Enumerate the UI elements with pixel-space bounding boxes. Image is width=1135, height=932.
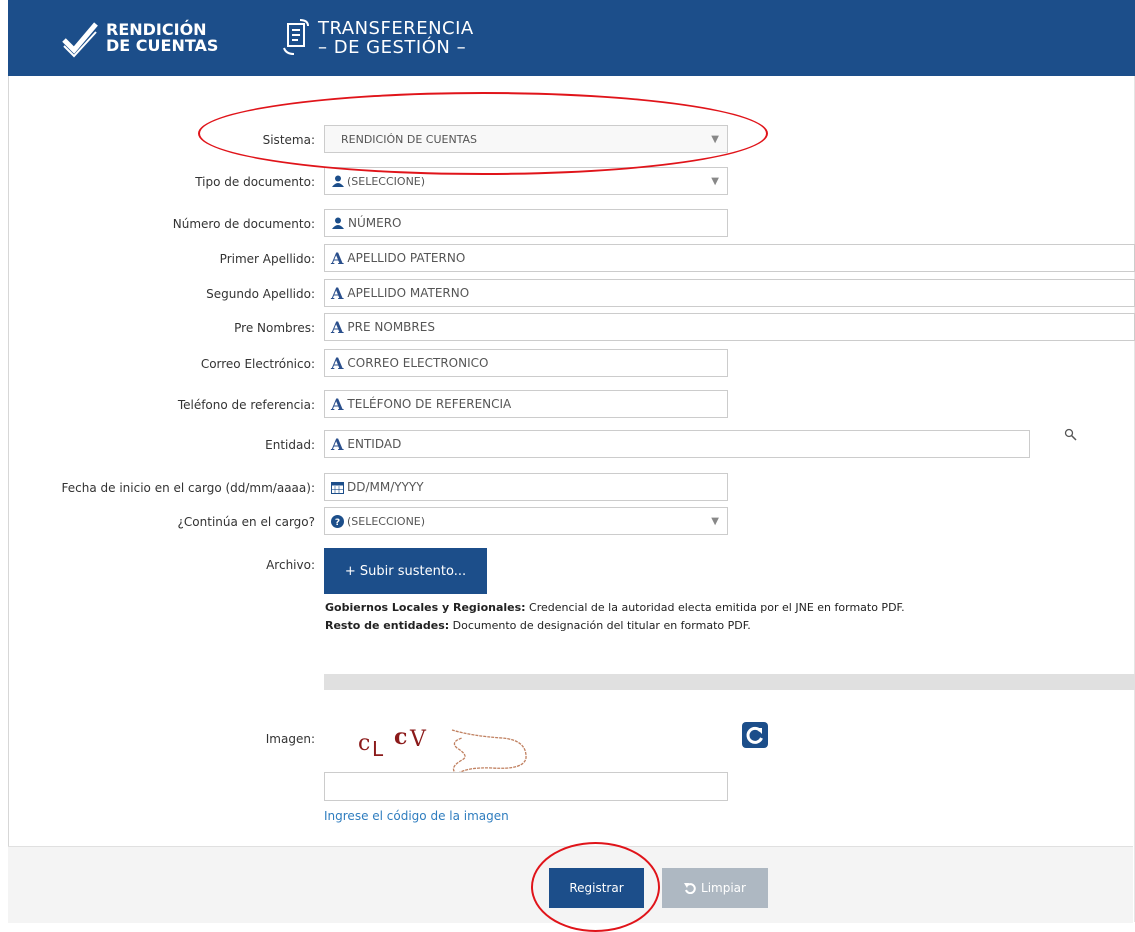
archivo-label: Archivo:	[266, 558, 315, 572]
refresh-captcha-button[interactable]	[742, 722, 768, 748]
pre-nombres-label: Pre Nombres:	[234, 321, 315, 335]
telefono-input[interactable]: A TELÉFONO DE REFERENCIA	[324, 390, 728, 418]
fecha-inicio-placeholder: DD/MM/YYYY	[347, 480, 424, 494]
tipo-documento-value: (SELECCIONE)	[347, 174, 426, 188]
text-a-icon: A	[331, 353, 344, 373]
logo2-line1: TRANSFERENCIA	[318, 18, 474, 39]
svg-text:?: ?	[335, 518, 340, 528]
telefono-placeholder: TELÉFONO DE REFERENCIA	[347, 397, 512, 411]
numero-documento-label: Número de documento:	[172, 217, 315, 231]
limpiar-label: Limpiar	[701, 881, 746, 895]
captcha-image: c L c V	[358, 724, 527, 775]
note-gobiernos-title: Gobiernos Locales y Regionales:	[325, 601, 526, 614]
segundo-apellido-label: Segundo Apellido:	[206, 287, 315, 301]
calendar-icon	[331, 481, 344, 494]
chevron-down-icon: ▼	[711, 176, 719, 187]
continua-select[interactable]: ? (SELECCIONE) ▼	[324, 507, 728, 535]
primer-apellido-placeholder: APELLIDO PATERNO	[347, 251, 466, 265]
sistema-select[interactable]: RENDICIÓN DE CUENTAS ▼	[324, 125, 728, 153]
chevron-down-icon: ▼	[711, 516, 719, 527]
fecha-inicio-input[interactable]: DD/MM/YYYY	[324, 473, 728, 501]
rendicion-logo: RENDICIÓN DE CUENTAS	[60, 0, 218, 76]
logo2-line2: – DE GESTIÓN –	[318, 37, 467, 58]
numero-documento-placeholder: NÚMERO	[348, 216, 402, 230]
logo1-line2: DE CUENTAS	[106, 36, 219, 55]
correo-label: Correo Electrónico:	[200, 357, 315, 371]
imagen-label: Imagen:	[265, 732, 315, 746]
sistema-label: Sistema:	[262, 133, 315, 147]
text-a-icon: A	[331, 248, 344, 268]
sistema-value: RENDICIÓN DE CUENTAS	[341, 132, 478, 146]
numero-documento-input[interactable]: NÚMERO	[324, 209, 728, 237]
text-a-icon: A	[331, 317, 344, 337]
primer-apellido-input[interactable]: A APELLIDO PATERNO	[324, 244, 1135, 272]
pre-nombres-placeholder: PRE NOMBRES	[347, 320, 435, 334]
entidad-label: Entidad:	[265, 438, 315, 452]
correo-placeholder: CORREO ELECTRONICO	[347, 356, 489, 370]
captcha-input[interactable]	[324, 772, 728, 801]
continua-value: (SELECCIONE)	[347, 514, 426, 528]
user-icon	[332, 217, 344, 229]
captcha-hint-link[interactable]: Ingrese el código de la imagen	[324, 809, 509, 823]
search-icon[interactable]	[1064, 428, 1078, 442]
note-resto-title: Resto de entidades:	[325, 619, 450, 632]
user-icon	[332, 175, 344, 187]
check-shield-icon	[62, 22, 98, 58]
question-circle-icon: ?	[331, 514, 344, 528]
separator-bar	[324, 674, 1135, 690]
continua-label: ¿Continúa en el cargo?	[177, 515, 315, 529]
registrar-button[interactable]: Registrar	[549, 868, 644, 908]
fecha-inicio-label: Fecha de inicio en el cargo (dd/mm/aaaa)…	[61, 481, 315, 495]
undo-icon	[684, 883, 696, 894]
tipo-documento-select[interactable]: (SELECCIONE) ▼	[324, 167, 728, 195]
limpiar-button[interactable]: Limpiar	[662, 868, 768, 908]
entidad-input[interactable]: A ENTIDAD	[324, 430, 1030, 458]
segundo-apellido-input[interactable]: A APELLIDO MATERNO	[324, 279, 1135, 307]
captcha-char: V	[409, 727, 427, 752]
tipo-documento-label: Tipo de documento:	[195, 175, 315, 189]
app-header: RENDICIÓN DE CUENTAS TRANSFERENCIA – DE …	[8, 0, 1135, 76]
captcha-char: c	[358, 731, 370, 756]
document-transfer-icon	[283, 19, 309, 55]
refresh-icon	[746, 726, 763, 744]
correo-input[interactable]: A CORREO ELECTRONICO	[324, 349, 728, 377]
note-gobiernos: Gobiernos Locales y Regionales: Credenci…	[325, 601, 905, 614]
text-a-icon: A	[331, 283, 344, 303]
note-gobiernos-text: Credencial de la autoridad electa emitid…	[525, 601, 905, 614]
captcha-char: L	[372, 737, 384, 761]
transferencia-logo: TRANSFERENCIA – DE GESTIÓN –	[280, 0, 474, 76]
pre-nombres-input[interactable]: A PRE NOMBRES	[324, 313, 1135, 341]
note-resto-text: Documento de designación del titular en …	[449, 619, 751, 632]
primer-apellido-label: Primer Apellido:	[219, 252, 315, 266]
text-a-icon: A	[331, 434, 344, 454]
upload-button[interactable]: + Subir sustento...	[324, 548, 487, 594]
text-a-icon: A	[331, 394, 344, 414]
note-resto: Resto de entidades: Documento de designa…	[325, 619, 751, 632]
segundo-apellido-placeholder: APELLIDO MATERNO	[347, 286, 470, 300]
entidad-placeholder: ENTIDAD	[347, 437, 402, 451]
captcha-char: c	[394, 724, 407, 750]
telefono-label: Teléfono de referencia:	[177, 398, 315, 412]
chevron-down-icon: ▼	[711, 134, 719, 145]
